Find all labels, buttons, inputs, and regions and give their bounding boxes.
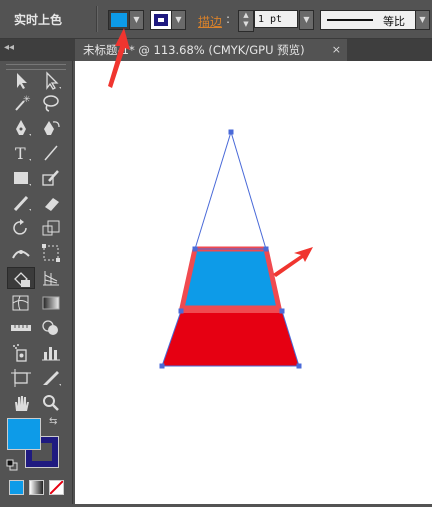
eraser-tool-icon[interactable] [37,192,65,214]
perspective-grid-tool-icon[interactable] [37,267,65,289]
lasso-tool-icon[interactable] [37,92,65,114]
stroke-profile-dropdown-chevron-icon[interactable]: ▼ [415,10,430,30]
scale-tool-icon[interactable] [37,217,65,239]
anchor-point[interactable] [159,363,165,369]
stroke-weight-input[interactable]: 1 pt [254,10,298,28]
annotation-arrow-icon [273,247,313,277]
width-tool-icon[interactable] [7,242,35,264]
control-bar: 实时上色 ▼ ▼ 描边 : ▲ ▼ 1 pt ▼ 等比 ▼ [0,0,432,39]
fill-color-box[interactable] [7,418,41,450]
anchor-point[interactable] [279,308,285,314]
direct-selection-tool-icon[interactable] [37,70,65,92]
color-mode-button[interactable] [9,480,24,495]
live-paint-bucket-tool-icon[interactable] [7,267,35,289]
stroke-weight-stepper[interactable]: ▲ ▼ [238,10,254,32]
artboard-tool-icon[interactable] [7,367,35,389]
lower-trapezoid-shape[interactable] [162,311,299,366]
upper-trapezoid-shape[interactable] [178,246,283,311]
stroke-dropdown-chevron-icon[interactable]: ▼ [171,10,186,30]
separator [96,6,98,32]
artwork [159,129,313,369]
stroke-profile-line-icon [327,19,373,21]
hand-tool-icon[interactable] [7,392,35,414]
pen-tool-icon[interactable] [7,117,35,139]
live-paint-mode-label: 实时上色 [14,13,63,27]
stroke-panel-link[interactable]: 描边 [198,13,222,30]
anchor-point[interactable] [192,246,198,252]
pencil-tool-icon[interactable] [7,192,35,214]
stroke-profile-label: 等比 [383,15,405,28]
mesh-tool-icon[interactable] [7,292,35,314]
rotate-tool-icon[interactable] [7,217,35,239]
free-transform-tool-icon[interactable] [37,242,65,264]
selection-tool-icon[interactable] [7,70,35,92]
shape-builder-tool-icon[interactable] [37,317,65,339]
toolbar-collapse-icon[interactable]: ◂◂ [4,42,14,53]
swap-fill-stroke-icon[interactable]: ⇆ [49,416,57,427]
document-tab-bar: ◂◂ 未标题-1* @ 113.68% (CMYK/GPU 预览) × [0,39,432,61]
curvature-tool-icon[interactable] [37,117,65,139]
gradient-mode-button[interactable] [29,480,44,495]
fill-color-chip [111,13,127,27]
gradient-tool-icon[interactable] [37,292,65,314]
line-segment-tool-icon[interactable] [37,142,65,164]
rectangle-tool-icon[interactable] [7,167,35,189]
paintbrush-tool-icon[interactable] [37,167,65,189]
tools-panel: ✳ T ⇆ [0,61,73,504]
stroke-label-colon: : [226,12,231,26]
anchor-point[interactable] [263,246,269,252]
slice-tool-icon[interactable] [37,367,65,389]
artboard-canvas[interactable] [75,61,432,504]
none-mode-button[interactable] [49,480,64,495]
stroke-swatch-button[interactable] [150,10,172,30]
magic-wand-tool-icon[interactable]: ✳ [7,92,35,114]
ruler-measure-tool-icon[interactable] [7,317,35,339]
anchor-point[interactable] [296,363,302,369]
default-fill-stroke-icon[interactable] [6,459,18,471]
symbol-sprayer-tool-icon[interactable] [7,342,35,364]
svg-text:T: T [15,144,26,163]
svg-text:✳: ✳ [23,95,31,105]
zoom-tool-icon[interactable] [37,392,65,414]
column-graph-tool-icon[interactable] [37,342,65,364]
annotation-arrow-icon [108,28,130,88]
type-tool-icon[interactable]: T [7,142,35,164]
stroke-weight-dropdown-chevron-icon[interactable]: ▼ [299,10,314,30]
close-tab-icon[interactable]: × [332,39,341,61]
anchor-point[interactable] [178,308,184,314]
anchor-point[interactable] [228,129,234,135]
stroke-profile-select[interactable]: 等比 [320,10,416,30]
stroke-chip-hole [158,18,164,22]
triangle-path [194,130,267,250]
